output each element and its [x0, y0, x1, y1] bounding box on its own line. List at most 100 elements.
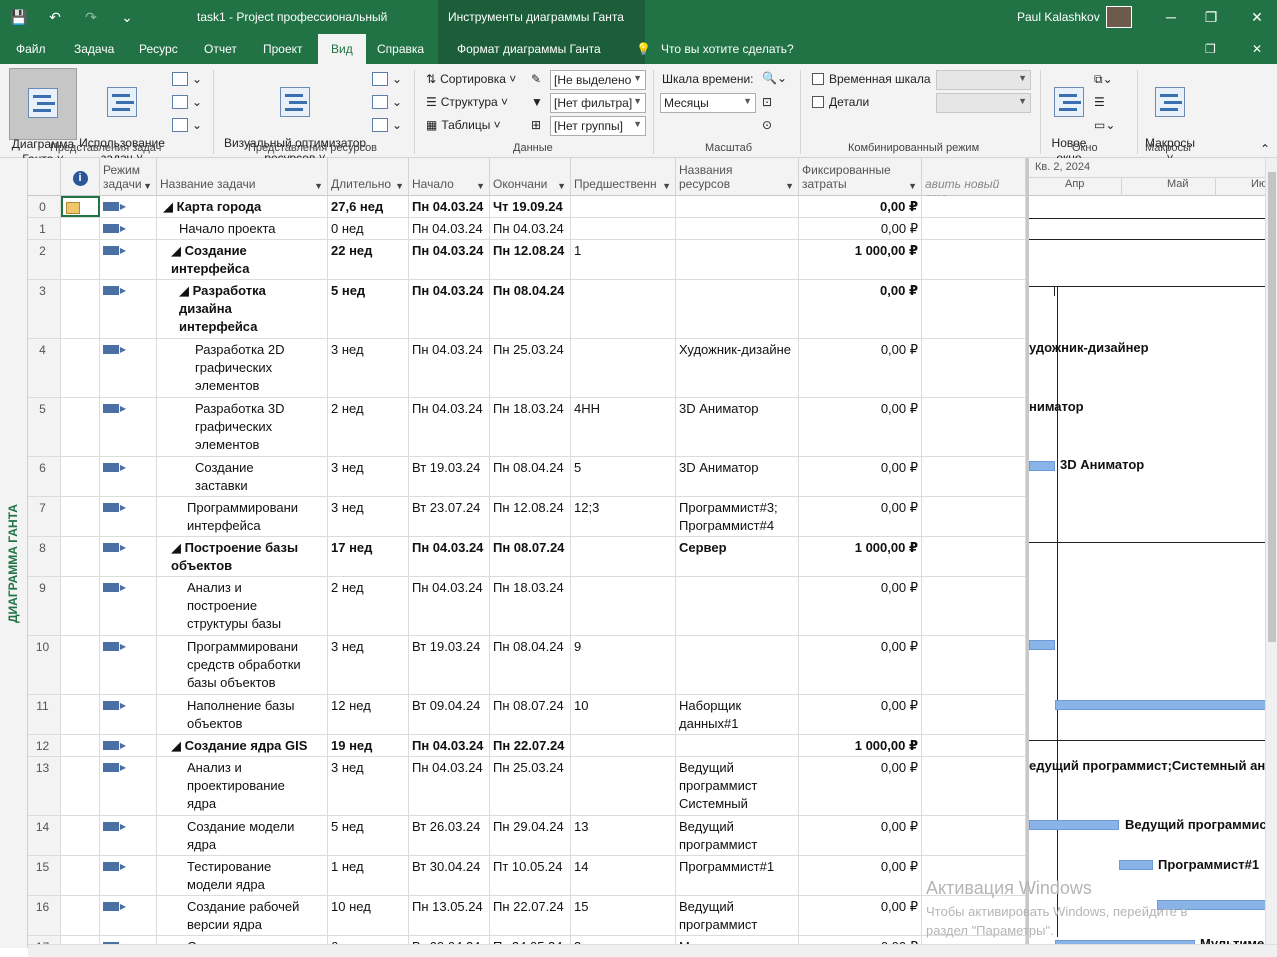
table-row[interactable]: 13 Анализ и проектирование ядра3 недПн 04… — [28, 757, 1026, 816]
resource-names[interactable] — [676, 218, 799, 239]
start-date[interactable]: Пн 04.03.24 — [409, 398, 490, 456]
task-name[interactable]: ◢ Карта города — [157, 196, 328, 217]
resource-names[interactable]: Программист#1 — [676, 856, 799, 895]
finish-date[interactable]: Пн 22.07.24 — [490, 735, 571, 756]
duration[interactable]: 22 нед — [328, 240, 409, 279]
finish-date[interactable]: Пт 10.05.24 — [490, 856, 571, 895]
duration[interactable]: 27,6 нед — [328, 196, 409, 217]
predecessors[interactable] — [571, 735, 676, 756]
col-fixed-cost[interactable]: Фиксированные затраты ▼ — [799, 158, 922, 196]
add-column-cell[interactable] — [922, 240, 1026, 279]
finish-date[interactable]: Пн 12.08.24 — [490, 497, 571, 536]
summary-bar[interactable] — [1029, 239, 1265, 240]
task-name[interactable]: Тестирование модели ядра — [157, 856, 328, 895]
tab-view[interactable]: Вид — [318, 34, 366, 64]
start-date[interactable]: Пн 04.03.24 — [409, 339, 490, 397]
task-name[interactable]: ◢ Разработка дизайна интерфейса — [157, 280, 328, 338]
customize-qat-icon[interactable]: ⌄ — [116, 6, 138, 28]
resource-names[interactable]: Ведущий программист — [676, 896, 799, 935]
task-mode-cell[interactable] — [100, 339, 157, 397]
resource-names[interactable] — [676, 196, 799, 217]
table-row[interactable]: 10 Программировани средств обработки базы… — [28, 636, 1026, 695]
finish-date[interactable]: Пн 29.04.24 — [490, 816, 571, 855]
task-mode-cell[interactable] — [100, 816, 157, 855]
resource-names[interactable] — [676, 280, 799, 338]
task-name[interactable]: Программировани интерфейса — [157, 497, 328, 536]
task-name[interactable]: Разработка 3D графических элементов — [157, 398, 328, 456]
col-add-new[interactable]: авить новый сто — [922, 158, 1026, 196]
tell-me-search[interactable]: Что вы хотите сделать? — [661, 34, 794, 64]
indicator-cell[interactable] — [61, 695, 100, 734]
add-column-cell[interactable] — [922, 577, 1026, 635]
duration[interactable]: 3 нед — [328, 757, 409, 815]
add-column-cell[interactable] — [922, 537, 1026, 576]
indicator-cell[interactable] — [61, 537, 100, 576]
add-column-cell[interactable] — [922, 280, 1026, 338]
table-row[interactable]: 9 Анализ и построение структуры базы2 нед… — [28, 577, 1026, 636]
finish-date[interactable]: Пн 08.07.24 — [490, 695, 571, 734]
fixed-cost[interactable]: 1 000,00 ₽ — [799, 240, 922, 279]
finish-date[interactable]: Пн 08.04.24 — [490, 280, 571, 338]
resource-names[interactable]: Программист#3; Программист#4 — [676, 497, 799, 536]
task-bar[interactable] — [1029, 820, 1119, 830]
undo-icon[interactable]: ↶ — [44, 6, 66, 28]
predecessors[interactable]: 15 — [571, 896, 676, 935]
timeline-checkbox[interactable]: Временная шкала — [812, 72, 931, 86]
start-date[interactable]: Пн 04.03.24 — [409, 196, 490, 217]
predecessors[interactable] — [571, 757, 676, 815]
summary-bar[interactable] — [1029, 286, 1265, 287]
task-bar[interactable] — [1029, 640, 1055, 650]
hide-window-icon[interactable]: ▭⌄ — [1094, 118, 1115, 132]
task-mode-cell[interactable] — [100, 196, 157, 217]
task-name[interactable]: Программировани средств обработки базы о… — [157, 636, 328, 694]
finish-date[interactable]: Пн 22.07.24 — [490, 896, 571, 935]
col-mode[interactable]: Режим задачи ▼ — [100, 158, 157, 196]
indicator-cell[interactable] — [61, 577, 100, 635]
predecessors[interactable]: 4НН — [571, 398, 676, 456]
duration[interactable]: 12 нед — [328, 695, 409, 734]
add-column-cell[interactable] — [922, 695, 1026, 734]
task-mode-cell[interactable] — [100, 457, 157, 496]
predecessors[interactable]: 14 — [571, 856, 676, 895]
task-mode-cell[interactable] — [100, 218, 157, 239]
indicator-cell[interactable] — [61, 816, 100, 855]
col-predecessors[interactable]: Предшественн ▼ — [571, 158, 676, 196]
start-date[interactable]: Вт 19.03.24 — [409, 457, 490, 496]
summary-bar[interactable] — [1029, 740, 1265, 741]
predecessors[interactable] — [571, 577, 676, 635]
tab-help[interactable]: Справка — [377, 34, 424, 64]
task-mode-cell[interactable] — [100, 856, 157, 895]
table-row[interactable]: 15 Тестирование модели ядра1 недВт 30.04.… — [28, 856, 1026, 896]
finish-date[interactable]: Пн 18.03.24 — [490, 398, 571, 456]
start-date[interactable]: Пн 04.03.24 — [409, 240, 490, 279]
tab-task[interactable]: Задача — [74, 34, 114, 64]
finish-date[interactable]: Пн 12.08.24 — [490, 240, 571, 279]
fixed-cost[interactable]: 0,00 ₽ — [799, 339, 922, 397]
tab-project[interactable]: Проект — [263, 34, 303, 64]
task-name[interactable]: Разработка 2D графических элементов — [157, 339, 328, 397]
indicator-cell[interactable] — [61, 856, 100, 895]
close-icon[interactable]: ✕ — [1246, 6, 1268, 28]
task-mode-cell[interactable] — [100, 537, 157, 576]
table-row[interactable]: 14 Создание модели ядра5 недВт 26.03.24Пн… — [28, 816, 1026, 856]
dependency-line[interactable] — [1057, 287, 1058, 937]
task-mode-cell[interactable] — [100, 735, 157, 756]
network-diagram-button[interactable]: ⌄ — [172, 95, 202, 109]
resource-names[interactable]: Сервер — [676, 537, 799, 576]
fixed-cost[interactable]: 0,00 ₽ — [799, 218, 922, 239]
resource-sheet-button[interactable]: ⌄ — [372, 95, 402, 109]
predecessors[interactable]: 13 — [571, 816, 676, 855]
resource-names[interactable] — [676, 735, 799, 756]
calendar-view-button[interactable]: ⌄ — [172, 72, 202, 86]
fixed-cost[interactable]: 0,00 ₽ — [799, 577, 922, 635]
other-resource-views-button[interactable]: ⌄ — [372, 118, 402, 132]
resource-names[interactable]: Художник-дизайне — [676, 339, 799, 397]
task-name[interactable]: Создание рабочей версии ядра — [157, 896, 328, 935]
save-icon[interactable]: 💾 — [8, 6, 30, 28]
resource-names[interactable]: 3D Аниматор — [676, 457, 799, 496]
avatar[interactable] — [1106, 6, 1132, 28]
duration[interactable]: 1 нед — [328, 856, 409, 895]
indicator-cell[interactable] — [61, 218, 100, 239]
indicator-cell[interactable] — [61, 240, 100, 279]
collapse-ribbon-icon[interactable]: ⌃ — [1260, 142, 1270, 156]
